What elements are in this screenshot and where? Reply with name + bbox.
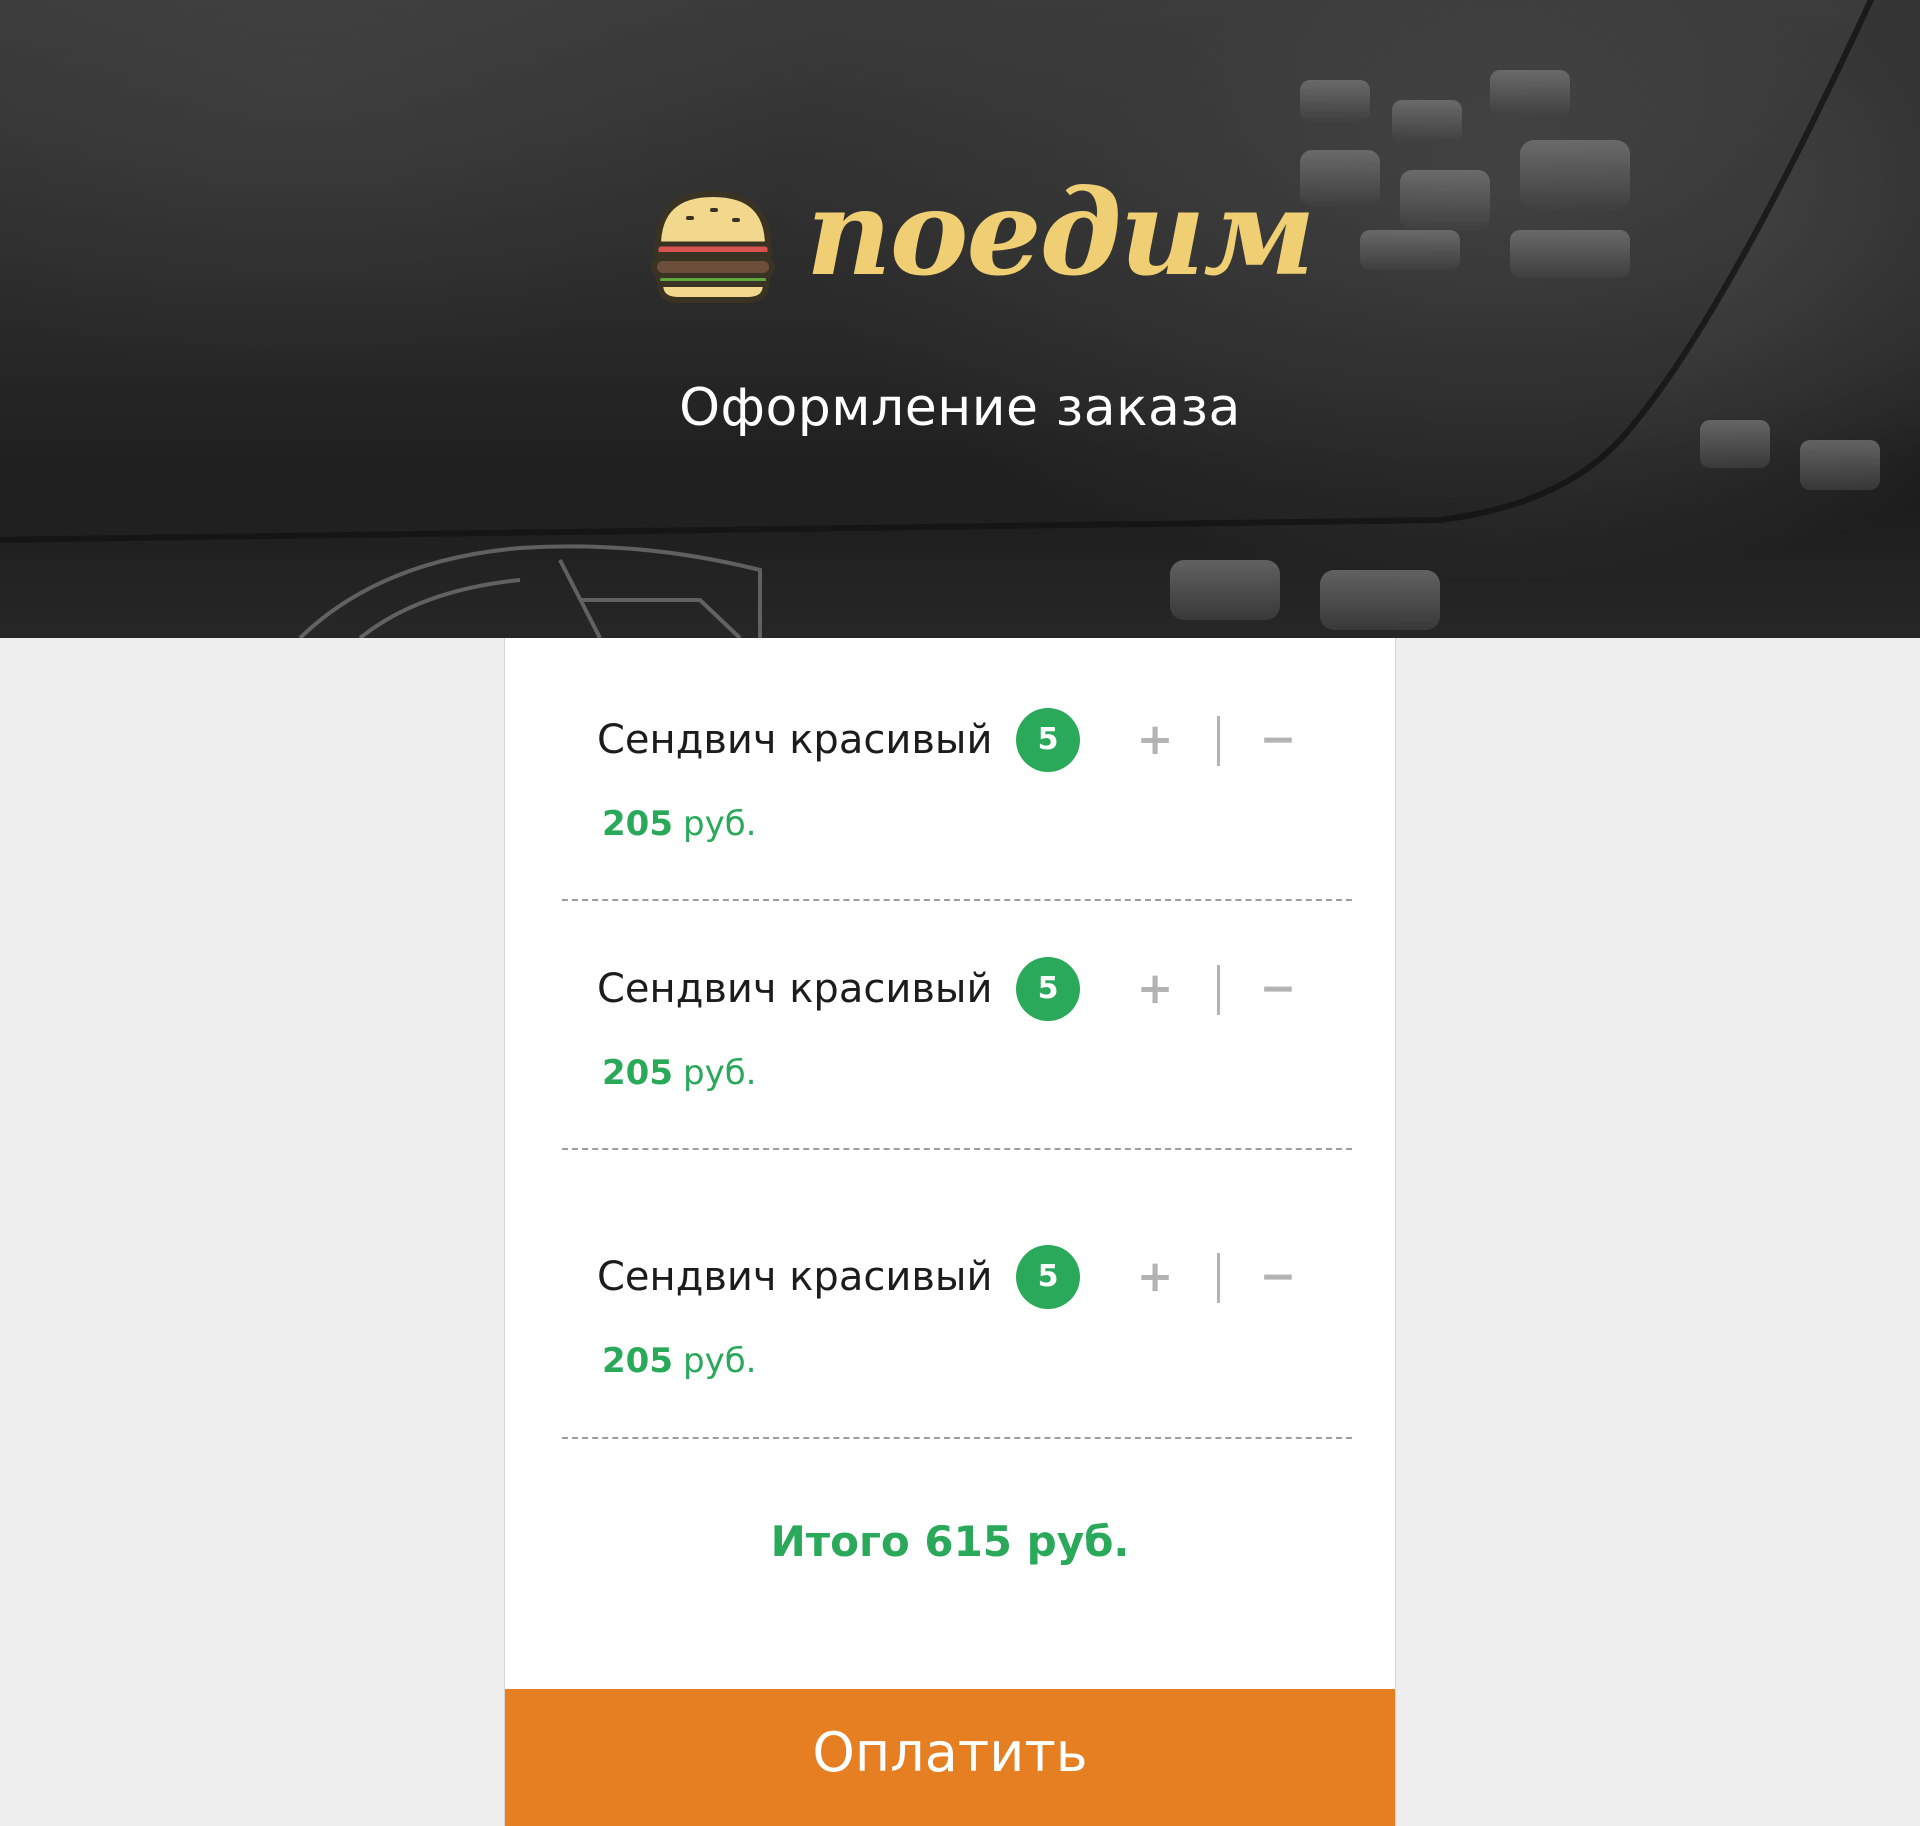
increase-quantity-button[interactable]: +: [1125, 959, 1185, 1019]
item-name: Сендвич красивый: [597, 966, 993, 1012]
quantity-badge: 5: [1016, 957, 1080, 1021]
hero-banner: поедим Оформление заказа: [0, 0, 1920, 638]
item-divider: [562, 899, 1352, 901]
page-title: Оформление заказа: [679, 378, 1241, 438]
increase-quantity-button[interactable]: +: [1125, 1247, 1185, 1307]
item-price-currency: руб.: [682, 1341, 757, 1381]
order-card: Сендвич красивый 5 + − 205 руб. Сендвич к…: [504, 638, 1396, 1826]
pay-button[interactable]: Оплатить: [505, 1689, 1395, 1826]
item-price-amount: 205: [602, 1341, 673, 1381]
item-price-amount: 205: [602, 804, 673, 844]
decrease-quantity-button[interactable]: −: [1248, 1247, 1308, 1307]
order-item: Сендвич красивый 5 + − 205 руб.: [505, 708, 1395, 850]
item-name: Сендвич красивый: [597, 717, 993, 763]
brand-name: поедим: [806, 163, 1316, 302]
item-price-currency: руб.: [682, 804, 757, 844]
order-item: Сендвич красивый 5 + − 205 руб.: [505, 957, 1395, 1099]
item-name: Сендвич красивый: [597, 1254, 993, 1300]
order-total: Итого 615 руб.: [770, 1517, 1130, 1566]
item-price: 205 руб.: [602, 1339, 756, 1383]
item-divider: [562, 1148, 1352, 1150]
item-price-currency: руб.: [682, 1053, 757, 1093]
decrease-quantity-button[interactable]: −: [1248, 710, 1308, 770]
decrease-quantity-button[interactable]: −: [1248, 959, 1308, 1019]
item-price-amount: 205: [602, 1053, 673, 1093]
quantity-badge: 5: [1016, 1245, 1080, 1309]
increase-quantity-button[interactable]: +: [1125, 710, 1185, 770]
quantity-separator: [1217, 716, 1220, 766]
quantity-separator: [1217, 1253, 1220, 1303]
order-item: Сендвич красивый 5 + − 205 руб.: [505, 1245, 1395, 1387]
quantity-separator: [1217, 965, 1220, 1015]
item-price: 205 руб.: [602, 1051, 756, 1095]
burger-icon: [651, 191, 775, 303]
item-price: 205 руб.: [602, 802, 756, 846]
item-divider: [562, 1437, 1352, 1439]
quantity-badge: 5: [1016, 708, 1080, 772]
brand-logo[interactable]: поедим: [648, 163, 1316, 330]
